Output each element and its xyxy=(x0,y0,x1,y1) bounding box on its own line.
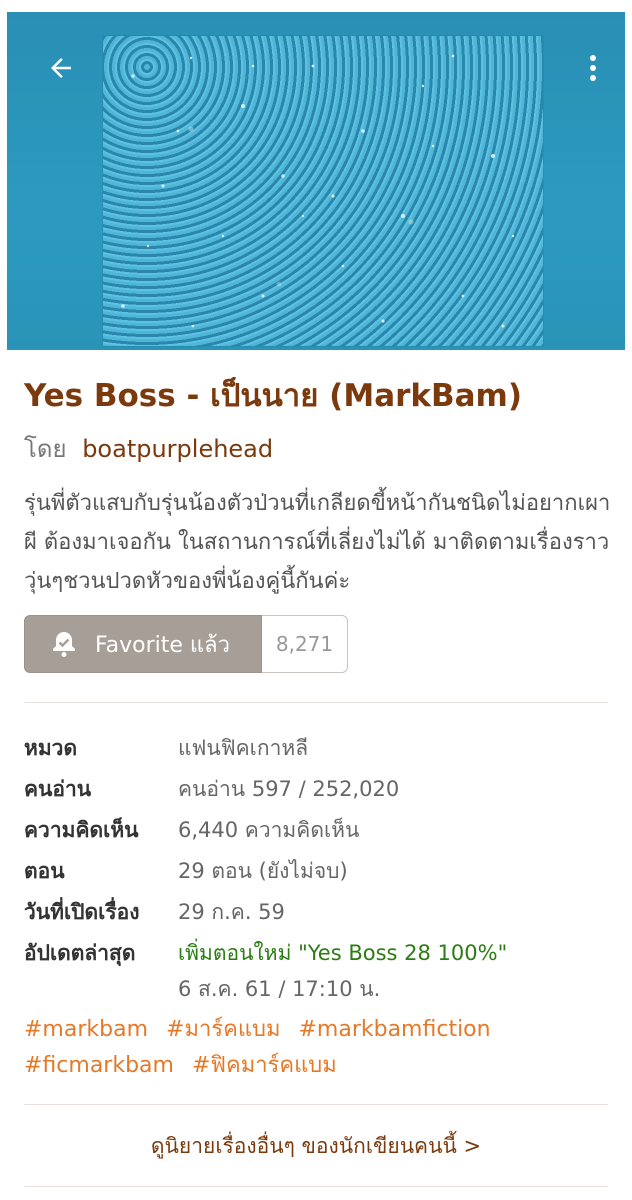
latest-chapter-link[interactable]: เพิ่มตอนใหม่ "Yes Boss 28 100%" xyxy=(178,933,507,974)
tag-link[interactable]: #ficmarkbam xyxy=(24,1053,174,1078)
favorite-group: Favorite แล้ว 8,271 xyxy=(24,615,348,675)
bell-check-icon xyxy=(51,630,77,658)
info-label: คนอ่าน xyxy=(24,777,92,801)
novel-info: หมวด แฟนฟิคเกาหลี คนอ่าน คนอ่าน 597 / 25… xyxy=(24,728,614,1004)
tag-link[interactable]: #markbamfiction xyxy=(298,1017,490,1042)
info-label: ความคิดเห็น xyxy=(24,818,139,842)
info-value[interactable]: แฟนฟิคเกาหลี xyxy=(178,728,308,769)
tag-link[interactable]: #ฟิคมาร์คแบม xyxy=(192,1053,337,1078)
info-label: ตอน xyxy=(24,859,65,883)
info-label: อัปเดตล่าสุด xyxy=(24,941,136,965)
info-row-opened: วันที่เปิดเรื่อง 29 ก.ค. 59 xyxy=(24,892,614,933)
favorite-count: 8,271 xyxy=(262,615,348,673)
info-row-category: หมวด แฟนฟิคเกาหลี xyxy=(24,728,614,769)
arrow-left-icon xyxy=(51,58,71,78)
tag-link[interactable]: #markbam xyxy=(24,1017,148,1042)
info-value: 29 ตอน (ยังไม่จบ) xyxy=(178,859,348,883)
info-label: วันที่เปิดเรื่อง xyxy=(24,900,140,924)
more-options-button[interactable] xyxy=(569,42,617,94)
author-line: โดย boatpurplehead xyxy=(24,430,273,468)
info-value: 29 ก.ค. 59 xyxy=(178,900,285,924)
cover-image xyxy=(103,36,543,346)
divider xyxy=(24,1104,608,1105)
updated-time: 6 ส.ค. 61 / 17:10 น. xyxy=(178,977,381,1001)
info-row-updated: อัปเดตล่าสุด เพิ่มตอนใหม่ "Yes Boss 28 1… xyxy=(24,933,614,974)
back-button[interactable] xyxy=(35,42,87,94)
info-row-comments: ความคิดเห็น 6,440 ความคิดเห็น xyxy=(24,810,614,851)
favorite-button[interactable]: Favorite แล้ว xyxy=(24,615,262,673)
more-by-author-link[interactable]: ดูนิยายเรื่องอื่นๆ ของนักเขียนคนนี้ > xyxy=(0,1128,632,1164)
novel-description: รุ่นพี่ตัวแสบกับรุ่นน้องตัวป่วนที่เกลียด… xyxy=(24,491,611,594)
cover-header xyxy=(7,12,625,350)
tag-link[interactable]: #มาร์คแบม xyxy=(166,1017,280,1042)
more-vertical-icon xyxy=(590,55,596,81)
info-label: หมวด xyxy=(24,736,78,760)
info-value: 6,440 ความคิดเห็น xyxy=(178,818,360,842)
by-label: โดย xyxy=(24,435,67,463)
novel-title: Yes Boss - เป็นนาย (MarkBam) xyxy=(24,378,523,414)
glitter-texture xyxy=(121,54,515,328)
tag-list: #markbam #มาร์คแบม #markbamfiction #ficmar… xyxy=(24,1012,614,1084)
info-row-chapters: ตอน 29 ตอน (ยังไม่จบ) xyxy=(24,851,614,892)
divider xyxy=(24,702,608,703)
info-value: คนอ่าน 597 / 252,020 xyxy=(178,777,400,801)
info-row-readers: คนอ่าน คนอ่าน 597 / 252,020 xyxy=(24,769,614,810)
favorite-label: Favorite แล้ว xyxy=(95,632,230,658)
divider xyxy=(24,1186,608,1187)
author-link[interactable]: boatpurplehead xyxy=(82,435,273,463)
